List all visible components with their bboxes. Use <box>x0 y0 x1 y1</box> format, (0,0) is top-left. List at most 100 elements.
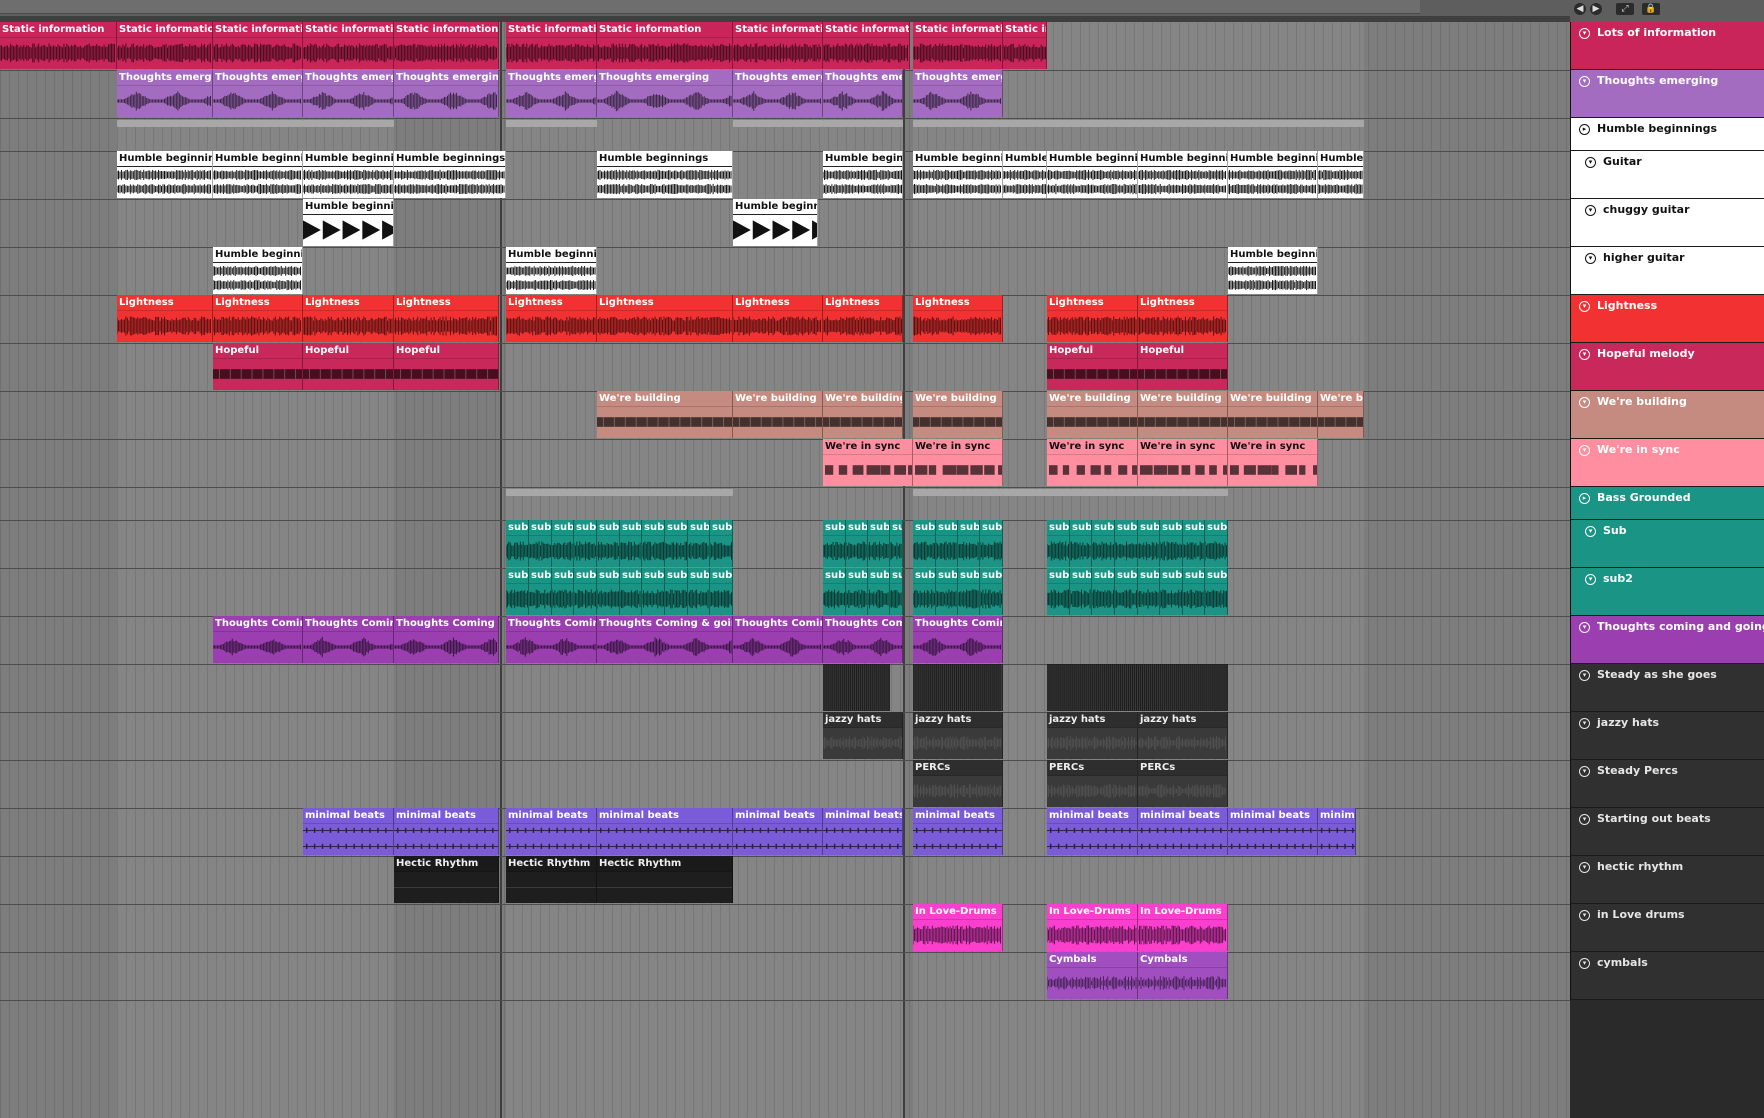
audio-clip[interactable]: Humble beginnings <box>303 199 394 246</box>
audio-clip[interactable]: sub <box>642 568 665 615</box>
audio-clip[interactable]: Humble beginnings <box>394 151 506 198</box>
track-header[interactable]: ▾ jazzy hats <box>1570 712 1764 760</box>
track-header[interactable]: ▾ Thoughts emerging <box>1570 70 1764 118</box>
audio-clip[interactable]: Lightness <box>303 295 394 342</box>
track-fold-icon[interactable]: ▾ <box>1579 301 1590 312</box>
audio-clip[interactable]: Humble beginnings <box>1228 247 1318 294</box>
track-header[interactable]: ▸ Bass Grounded <box>1570 487 1764 520</box>
audio-clip[interactable]: Thoughts emerging <box>213 70 303 117</box>
audio-clip[interactable]: su <box>890 568 903 615</box>
track-fold-icon[interactable]: ▾ <box>1579 397 1590 408</box>
audio-clip[interactable]: sub <box>823 568 846 615</box>
track-header[interactable]: ▾ hectic rhythm <box>1570 856 1764 904</box>
audio-clip[interactable]: Lightness <box>1138 295 1228 342</box>
audio-clip[interactable]: We're in sync <box>823 439 913 486</box>
track-header[interactable]: ▾ chuggy guitar <box>1570 199 1764 247</box>
audio-clip[interactable]: sub <box>597 520 620 567</box>
audio-clip[interactable]: Humble beginnings <box>506 247 597 294</box>
audio-clip[interactable]: Cymbals <box>1047 952 1138 999</box>
audio-clip[interactable]: Thoughts Coming <box>213 616 303 663</box>
audio-clip[interactable]: Static information <box>506 22 597 69</box>
audio-clip[interactable]: Humble beginnings <box>1228 151 1318 198</box>
track-fold-icon[interactable]: ▾ <box>1585 526 1596 537</box>
audio-clip[interactable]: sub <box>529 520 552 567</box>
track-lane[interactable]: sub sub sub sub sub sub sub sub sub sub sub sub sub s… <box>0 520 1570 569</box>
audio-clip[interactable]: Thoughts Coming <box>506 616 597 663</box>
audio-clip[interactable]: We're in sync <box>1138 439 1228 486</box>
track-lane[interactable]: Lightness Lightness Lightness Lightness Ligh… <box>0 295 1570 344</box>
audio-clip[interactable]: Thoughts Coming <box>303 616 394 663</box>
audio-clip[interactable]: Humble beginnings <box>913 151 1003 198</box>
audio-clip[interactable]: sub2 <box>620 568 642 615</box>
audio-clip[interactable]: sub <box>958 520 980 567</box>
track-header[interactable]: ▾ Sub <box>1570 520 1764 568</box>
audio-clip[interactable]: Humble beginnings <box>1003 151 1047 198</box>
audio-clip[interactable]: sub <box>936 520 958 567</box>
audio-clip[interactable]: minimal beats <box>506 808 597 855</box>
audio-clip[interactable]: sub <box>1183 568 1205 615</box>
audio-clip[interactable]: Static information <box>394 22 499 69</box>
audio-clip[interactable]: sub2 <box>665 568 688 615</box>
audio-clip[interactable]: Thoughts emerging <box>823 70 903 117</box>
audio-clip[interactable]: sub <box>1070 520 1092 567</box>
audio-clip[interactable]: We're in sync <box>913 439 1003 486</box>
audio-clip[interactable]: Humble beginnings <box>597 151 733 198</box>
audio-clip[interactable]: sub <box>688 520 710 567</box>
arrangement-ruler[interactable]: ◀ ▶ ⤢ 🔒 <box>0 0 1764 23</box>
track-fold-icon[interactable]: ▾ <box>1579 622 1590 633</box>
audio-clip[interactable]: jazzy hats <box>913 712 1003 759</box>
audio-clip[interactable]: Humble beginnings <box>733 199 818 246</box>
track-fold-icon[interactable]: ▾ <box>1585 157 1596 168</box>
audio-clip[interactable]: We're building <box>913 391 1003 438</box>
audio-clip[interactable]: sub2 <box>936 568 958 615</box>
track-fold-icon[interactable]: ▾ <box>1585 253 1596 264</box>
audio-clip[interactable]: Thoughts Coming & going <box>394 616 499 663</box>
audio-clip[interactable]: minimal beats <box>1047 808 1138 855</box>
audio-clip[interactable]: We're building <box>597 391 733 438</box>
track-header[interactable]: ▾ Guitar <box>1570 151 1764 199</box>
audio-clip[interactable]: sub <box>1205 520 1228 567</box>
audio-clip[interactable]: We're in sync <box>1047 439 1138 486</box>
audio-clip[interactable]: Lightness <box>913 295 1003 342</box>
audio-clip[interactable]: Thoughts Coming <box>823 616 903 663</box>
audio-clip[interactable] <box>823 664 890 711</box>
arrangement-view[interactable]: Static information Static information Stat… <box>0 22 1570 1118</box>
audio-clip[interactable]: Lightness <box>394 295 499 342</box>
audio-clip[interactable]: sub <box>823 520 846 567</box>
track-header[interactable]: ▾ Steady as she goes <box>1570 664 1764 712</box>
audio-clip[interactable]: sub <box>665 520 688 567</box>
track-header[interactable]: ▾ Starting out beats <box>1570 808 1764 856</box>
track-fold-icon[interactable]: ▾ <box>1579 445 1590 456</box>
track-lane[interactable]: Humble beginningsHumble beginningsHumble… <box>0 151 1570 200</box>
track-lane[interactable]: We're in sync We're in sync We're in sync W… <box>0 439 1570 488</box>
audio-clip[interactable]: sub <box>868 520 890 567</box>
audio-clip[interactable]: Hopeful <box>213 343 303 390</box>
audio-clip[interactable]: sub2 <box>1070 568 1092 615</box>
audio-clip[interactable]: Thoughts emerging <box>117 70 213 117</box>
group-clip-overview[interactable] <box>506 489 733 496</box>
audio-clip[interactable]: sub2 <box>574 568 597 615</box>
forward-icon[interactable]: ▶ <box>1590 3 1602 15</box>
track-fold-icon[interactable]: ▾ <box>1579 862 1590 873</box>
audio-clip[interactable]: Static information <box>303 22 394 69</box>
audio-clip[interactable]: Hectic Rhythm <box>597 856 733 903</box>
track-fold-icon[interactable]: ▾ <box>1579 958 1590 969</box>
audio-clip[interactable]: Thoughts emerging <box>597 70 733 117</box>
track-header[interactable]: ▾ We're building <box>1570 391 1764 439</box>
audio-clip[interactable]: sub2 <box>1205 568 1228 615</box>
track-lane[interactable]: Hectic Rhythm Hectic Rhythm Hectic Rhythm <box>0 856 1570 905</box>
audio-clip[interactable]: Humble beginnings <box>1318 151 1364 198</box>
audio-clip[interactable]: minimal beats <box>597 808 733 855</box>
track-fold-icon[interactable]: ▾ <box>1585 205 1596 216</box>
audio-clip[interactable]: sub <box>506 520 529 567</box>
audio-clip[interactable]: minimal beats <box>733 808 823 855</box>
audio-clip[interactable]: Lightness <box>1047 295 1138 342</box>
audio-clip[interactable]: Lightness <box>117 295 213 342</box>
audio-clip[interactable]: Thoughts Coming & going <box>597 616 733 663</box>
audio-clip[interactable]: Humble beginnings <box>303 151 394 198</box>
audio-clip[interactable]: sub <box>846 568 868 615</box>
track-lane[interactable]: Static information Static information Stat… <box>0 22 1570 71</box>
audio-clip[interactable]: Hectic Rhythm <box>506 856 597 903</box>
track-header[interactable]: ▾ Steady Percs <box>1570 760 1764 808</box>
audio-clip[interactable]: sub <box>552 520 574 567</box>
